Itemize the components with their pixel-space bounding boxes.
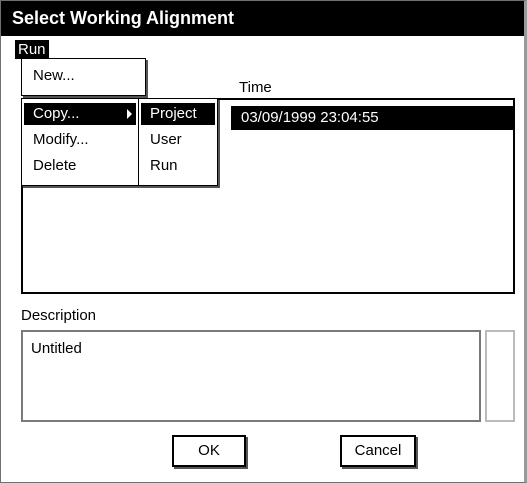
submenu-arrow-icon	[127, 109, 132, 119]
menu-item-modify[interactable]: Modify...	[24, 129, 136, 151]
list-row-selected[interactable]: 03/09/1999 23:04:55	[231, 106, 513, 130]
description-value: Untitled	[31, 340, 82, 357]
menu-item-delete[interactable]: Delete	[24, 155, 136, 177]
submenu-item-user-label: User	[150, 131, 182, 148]
run-menu-top: New...	[21, 58, 146, 96]
menu-item-new-label: New...	[33, 67, 75, 84]
menu-run[interactable]: Run	[15, 40, 49, 59]
dialog-title: Select Working Alignment	[1, 1, 524, 36]
description-field[interactable]: Untitled	[21, 330, 481, 422]
dialog-window: Select Working Alignment Run Time 03/09/…	[0, 0, 527, 483]
ok-button[interactable]: OK	[172, 435, 246, 467]
menu-item-delete-label: Delete	[33, 157, 77, 174]
list-row-time: 03/09/1999 23:04:55	[241, 109, 379, 126]
menu-item-copy[interactable]: Copy...	[24, 103, 136, 125]
menu-item-new[interactable]: New...	[24, 65, 142, 87]
run-menu: Copy... Modify... Delete	[21, 98, 139, 186]
submenu-item-run[interactable]: Run	[141, 155, 215, 177]
cancel-button[interactable]: Cancel	[340, 435, 416, 467]
menu-item-copy-label: Copy...	[33, 105, 80, 122]
submenu-item-user[interactable]: User	[141, 129, 215, 151]
submenu-item-run-label: Run	[150, 157, 178, 174]
submenu-item-project[interactable]: Project	[141, 103, 215, 125]
menu-item-modify-label: Modify...	[33, 131, 89, 148]
description-scrollbar[interactable]	[485, 330, 515, 422]
description-label: Description	[21, 307, 97, 324]
submenu-item-project-label: Project	[150, 105, 197, 122]
column-header-time[interactable]: Time	[239, 79, 272, 96]
copy-submenu: Project User Run	[138, 98, 218, 186]
